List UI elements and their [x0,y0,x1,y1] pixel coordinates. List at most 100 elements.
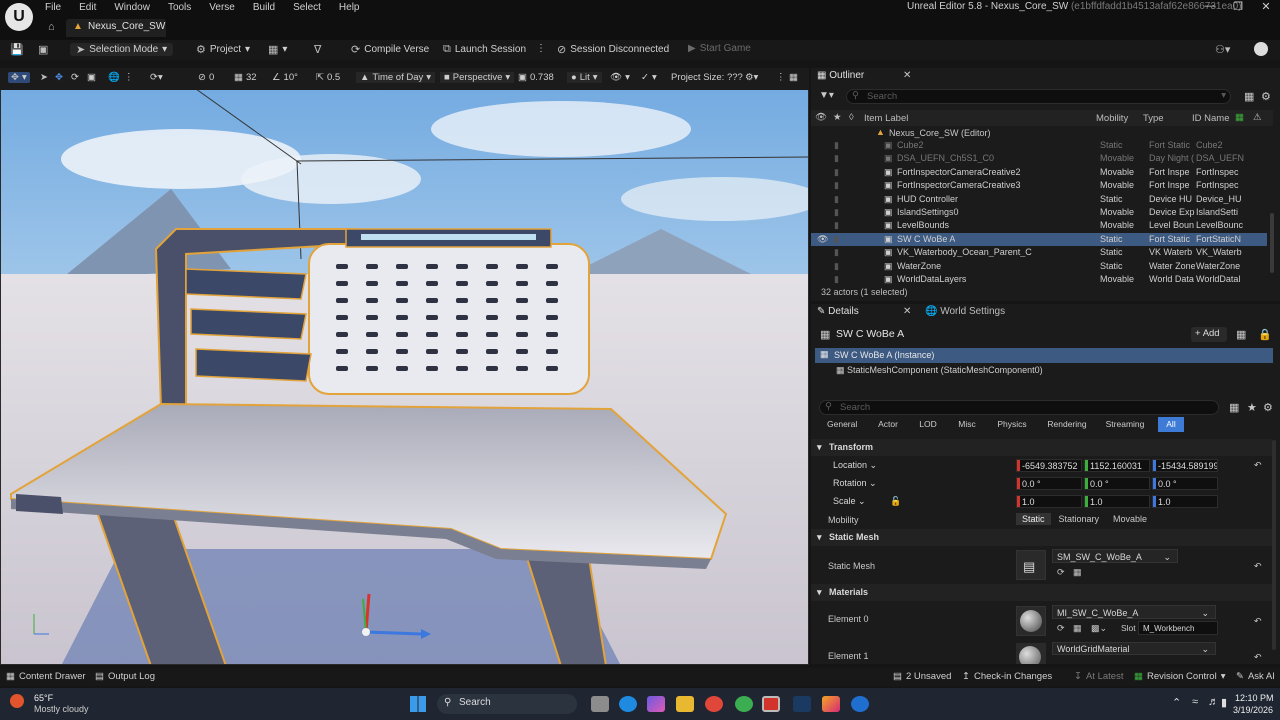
scale-x-field[interactable]: 1.0 [1016,495,1082,508]
ask-ai-button[interactable]: ✎ Ask AI [1236,671,1275,682]
pin-icon[interactable]: ▮ [834,261,839,272]
filter-tab-misc[interactable]: Misc [953,417,981,432]
add-content-button[interactable]: ▦ ▾ [268,43,287,56]
menu-build[interactable]: Build [244,0,284,16]
filter-tab-lod[interactable]: LOD [914,417,942,432]
level-viewport[interactable] [0,68,809,665]
outliner-row[interactable]: ▮ ▣ VK_Waterbody_Ocean_Parent_C Static VK Wa… [811,246,1267,259]
slot-field[interactable]: M_Workbench [1138,621,1218,635]
folder-icon[interactable]: ▦ [1073,623,1082,634]
menu-tools[interactable]: Tools [159,0,200,16]
pin-icon[interactable]: ▮ [834,167,839,178]
browse-icon[interactable]: ⟳ [1057,567,1065,578]
outliner-search-input[interactable]: ⚲ Search ▾ [846,89,1231,104]
menu-file[interactable]: File [36,0,70,16]
pin-icon[interactable]: ▮ [834,234,839,245]
mobility-stationary-option[interactable]: Stationary [1051,513,1108,525]
revision-control-button[interactable]: ▦ Revision Control ▾ [1134,671,1225,682]
browse-icon[interactable]: ⟳ [1057,623,1065,634]
translate-icon[interactable]: ✥ [55,72,63,83]
start-button[interactable] [410,696,426,712]
column-item-label[interactable]: Item Label [864,113,908,124]
menu-help[interactable]: Help [330,0,369,16]
rotation-y-field[interactable]: 0.0 ° [1084,477,1150,490]
outliner-row[interactable]: ▮ ▣ LevelBounds Movable Level Boun LevelBounc [811,219,1267,232]
reset-icon[interactable]: ↶ [1254,652,1262,663]
location-dropdown[interactable]: Location ⌄ [829,458,877,472]
lock-icon[interactable]: 🔓 [890,496,901,507]
pin-icon[interactable]: ▮ [834,220,839,231]
outliner-row[interactable]: ▮ ▣ DSA_UEFN_Ch5S1_C0 Movable Day Night (DSA… [811,152,1267,165]
settings-icon[interactable]: ⚙ [1261,90,1271,103]
details-scrollbar[interactable] [1272,440,1276,650]
launch-session-button[interactable]: ⧉ Launch Session [443,43,526,56]
clock-date[interactable]: 3/19/2026 [1233,705,1273,715]
mobility-movable-option[interactable]: Movable [1107,513,1153,525]
pin-icon[interactable]: ▮ [834,274,839,285]
time-of-day-button[interactable]: ▲ Time of Day ▾ [356,72,436,83]
steam-icon[interactable] [793,696,811,712]
view-mode-button[interactable]: ● Lit ▾ [567,72,602,83]
pin-icon[interactable]: ▮ [834,153,839,164]
folder-icon[interactable]: ▦ [1073,567,1082,578]
taskbar-search[interactable]: ⚲ Search [437,694,577,714]
menu-edit[interactable]: Edit [70,0,105,16]
settings-icon[interactable]: ⚙▾ [745,72,758,83]
compile-verse-button[interactable]: ⟳ Compile Verse [351,43,429,56]
details-tab[interactable]: ✎ Details [813,304,863,320]
clock-time[interactable]: 12:10 PM [1235,693,1274,703]
file-explorer-icon[interactable] [676,696,694,712]
output-log-button[interactable]: ▤ Output Log [95,671,155,682]
edge-icon[interactable] [619,696,637,712]
transform-mode-button[interactable]: ✥ ▾ [8,72,30,83]
outliner-scrollbar[interactable] [1270,213,1274,273]
star-icon[interactable]: ★ [1247,401,1257,414]
add-component-button[interactable]: + Add [1191,327,1227,342]
pin-icon[interactable]: ▮ [834,207,839,218]
more-icon[interactable]: ⋮ [124,72,134,83]
location-x-field[interactable]: -6549.383752 [1016,459,1082,472]
rotation-dropdown[interactable]: Rotation ⌄ [829,476,877,490]
unreal-taskbar-icon[interactable] [851,696,869,712]
filter-tab-all[interactable]: All [1158,417,1184,432]
volume-icon[interactable]: ♬ [1208,696,1219,708]
column-id-name[interactable]: ID Name [1192,113,1229,124]
tray-chevron-icon[interactable]: ⌃ [1172,696,1181,709]
blueprint-icon[interactable]: ▦ [1236,328,1246,341]
show-flags-button[interactable]: 👁 ▾ [610,72,630,83]
close-icon[interactable]: ✕ [903,70,911,81]
perspective-button[interactable]: ■ Perspective ▾ [440,72,515,83]
account-avatar[interactable] [1254,42,1268,56]
camera-speed-button[interactable]: ▣ 0.738 [518,72,554,83]
menu-verse[interactable]: Verse [200,0,244,16]
rotate-icon[interactable]: ⟳ [71,72,79,83]
filter-tab-physics[interactable]: Physics [995,417,1029,432]
filter-tab-rendering[interactable]: Rendering [1043,417,1091,432]
more-icon[interactable]: ⋮ [776,72,786,83]
rotate-snap-button[interactable]: ∠ 10° [272,72,298,83]
settings-icon[interactable]: ⚙ [1263,401,1273,414]
reset-icon[interactable]: ↶ [1254,561,1262,572]
task-view-icon[interactable] [591,696,609,712]
menu-select[interactable]: Select [284,0,330,16]
outliner-row[interactable]: 👁 ▮ ▣ SW C WoBe A Static Fort Static FortStati… [811,232,1267,246]
material0-thumbnail[interactable] [1016,606,1046,636]
copilot-icon[interactable] [647,696,665,712]
pin-icon[interactable]: ▮ [834,180,839,191]
scale-snap-button[interactable]: ⇱ 0.5 [316,72,340,83]
outliner-row[interactable]: ▮ ▣ FortInspectorCameraCreative2 Movable For… [811,166,1267,179]
outliner-row[interactable]: ▮ ▣ IslandSettings0 Movable Device Exp Island… [811,206,1267,219]
filter-tab-general[interactable]: General [827,417,857,432]
outliner-row[interactable]: ▮ ▣ HUD Controller Static Device HU Device_HU [811,193,1267,206]
start-game-button[interactable]: ▶ Start Game [688,43,751,54]
maximize-icon[interactable]: ❐ [1224,0,1252,16]
scale-dropdown[interactable]: Scale ⌄ [829,494,866,508]
check-in-button[interactable]: ↥ Check-in Changes [962,671,1052,682]
rotation-x-field[interactable]: 0.0 ° [1016,477,1082,490]
details-search-input[interactable]: ⚲ Search [819,400,1219,415]
chrome-profile-icon[interactable] [735,696,753,712]
instance-row[interactable]: ▦ SW C WoBe A (Instance) [815,348,1273,363]
material1-thumbnail[interactable] [1016,643,1046,664]
at-latest-status[interactable]: ↧ At Latest [1074,671,1123,682]
battery-icon[interactable]: ▮ [1221,696,1227,709]
